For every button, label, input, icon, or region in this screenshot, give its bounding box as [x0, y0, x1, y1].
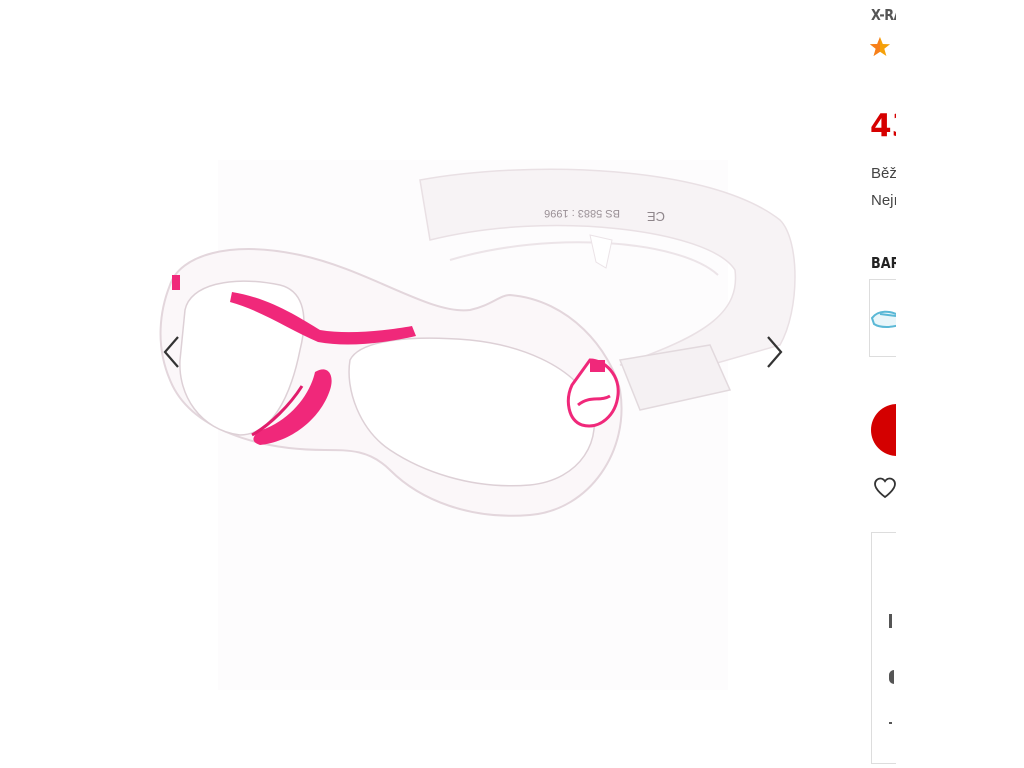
heart-outline-icon[interactable]: [873, 476, 896, 500]
delivery-info-box: [871, 532, 896, 764]
product-info-panel: X-RA 43 Běž Nejı BAR: [868, 0, 896, 768]
color-heading: BAR: [871, 254, 896, 272]
lowest-price-label: Nejı: [871, 192, 896, 209]
info-box-glyph: [889, 722, 892, 724]
chevron-right-icon: [767, 336, 783, 368]
gallery-next-button[interactable]: [760, 332, 788, 372]
swatch-goggles-thumbnail: [870, 310, 896, 328]
product-price: 43: [870, 108, 896, 144]
strap-print-text: BS 5883 : 1996: [544, 207, 620, 219]
info-box-glyph: [889, 670, 894, 684]
color-swatch[interactable]: [869, 279, 896, 357]
star-icon: [870, 37, 890, 56]
ce-mark-text: CE: [647, 209, 665, 224]
info-box-glyph: [889, 614, 892, 628]
product-brand[interactable]: X-RA: [871, 6, 896, 24]
regular-price-label: Běž: [871, 165, 896, 182]
product-gallery: BS 5883 : 1996 CE: [150, 150, 800, 710]
add-to-cart-button[interactable]: [871, 404, 896, 456]
product-image-goggles[interactable]: BS 5883 : 1996 CE: [150, 150, 800, 530]
gallery-prev-button[interactable]: [158, 332, 186, 372]
chevron-left-icon: [163, 336, 179, 368]
